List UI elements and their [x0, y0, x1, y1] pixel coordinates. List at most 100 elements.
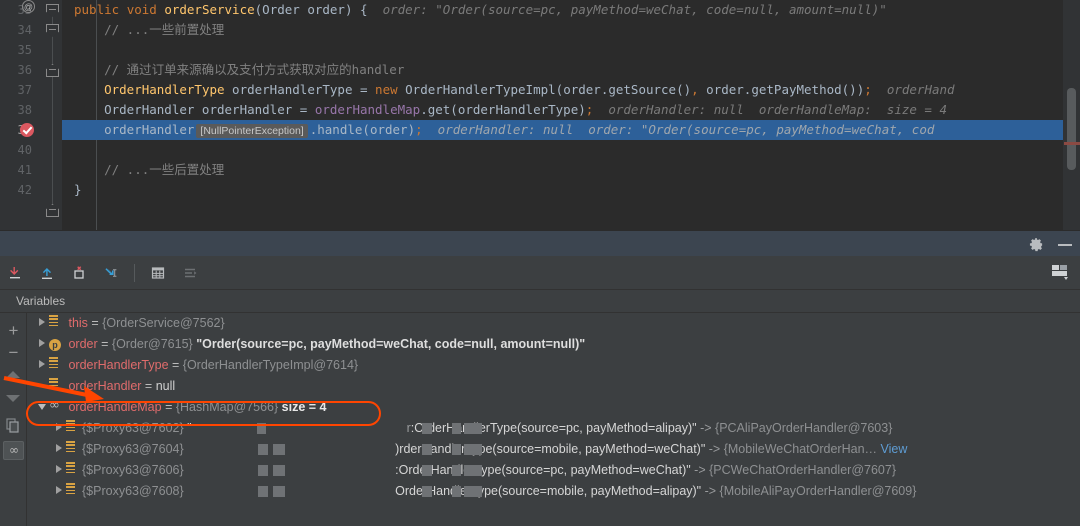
at-annotation-icon[interactable]: @ [22, 0, 35, 13]
remove-watch-button[interactable]: − [4, 343, 23, 362]
gear-icon[interactable] [1029, 237, 1044, 252]
code-folding-column[interactable] [44, 0, 62, 230]
fold-marker-collapse-33[interactable] [46, 4, 59, 17]
variable-reference: {Order@7615} [111, 337, 197, 351]
chevron-down-icon[interactable] [35, 396, 49, 417]
redaction-block [464, 423, 474, 434]
variables-panel[interactable]: + − ∞ this = {OrderService@7562} p order… [0, 312, 1080, 526]
code-token: orderHandler [74, 122, 195, 137]
view-link[interactable]: View [877, 442, 908, 456]
toolbar-separator [134, 264, 135, 282]
evaluate-expression-icon[interactable] [143, 258, 173, 288]
line-number-33[interactable]: 33 @ [0, 0, 38, 20]
chevron-right-icon[interactable] [52, 459, 66, 480]
copy-value-button[interactable] [5, 417, 21, 433]
variable-reference: {$Proxy63@7608} [82, 484, 188, 498]
line-number-36[interactable]: 36 [0, 60, 38, 80]
code-line-37[interactable]: OrderHandlerType orderHandlerType = new … [62, 80, 1080, 100]
move-up-button[interactable] [6, 369, 21, 379]
variable-row[interactable]: {$Proxy63@7604} )rderHandlerType(source=… [27, 439, 1080, 460]
line-number-35[interactable]: 35 [0, 40, 38, 60]
variable-row[interactable]: ∞ orderHandleMap = {HashMap@7566} size =… [27, 397, 1080, 418]
variable-equals: = [87, 316, 103, 330]
fold-marker-collapse-34[interactable] [46, 24, 59, 37]
variable-row[interactable]: orderHandlerType = {OrderHandlerTypeImpl… [27, 355, 1080, 376]
code-line-36[interactable]: // 通过订单来源确以及支付方式获取对应的handler [62, 60, 1080, 80]
chevron-right-icon[interactable] [52, 417, 66, 438]
step-out-icon[interactable] [96, 258, 126, 288]
breakpoint-icon[interactable] [20, 123, 34, 137]
redaction-block [273, 444, 285, 455]
debugger-toolbar[interactable] [0, 256, 1080, 290]
redaction-block [422, 423, 432, 434]
variable-row[interactable]: orderHandler = null [27, 376, 1080, 397]
code-content[interactable]: public void orderService(Order order) { … [62, 0, 1080, 230]
editor-error-marker[interactable] [1064, 142, 1080, 145]
chevron-right-icon[interactable] [35, 354, 49, 375]
show-execution-point-icon[interactable] [175, 258, 205, 288]
code-line-42[interactable]: } [62, 180, 1080, 200]
code-line-39[interactable]: orderHandler [NullPointerException] .handl… [62, 120, 1080, 140]
step-over-icon[interactable] [0, 258, 30, 288]
chevron-right-icon[interactable] [52, 438, 66, 459]
code-token: order.getPayMethod()) [698, 82, 865, 97]
line-number-39[interactable]: 39 [0, 120, 38, 140]
variable-row[interactable]: p order = {Order@7615} "Order(source=pc,… [27, 334, 1080, 355]
fold-marker-collapse-42[interactable] [46, 204, 59, 217]
code-line-38[interactable]: OrderHandler orderHandler = orderHandleM… [62, 100, 1080, 120]
chevron-right-icon[interactable] [52, 480, 66, 501]
force-step-into-icon[interactable] [64, 258, 94, 288]
line-number-40[interactable]: 40 [0, 140, 38, 160]
variable-row[interactable]: {$Proxy63@7608} OrderHandlerType(source=… [27, 481, 1080, 502]
variable-reference: {$Proxy63@7606} [82, 463, 188, 477]
parameter-icon: p [49, 333, 65, 354]
inspect-button[interactable]: ∞ [3, 441, 24, 460]
code-line-34[interactable]: // ...一些前置处理 [62, 20, 1080, 40]
code-editor[interactable]: 33@343536373839404142 public void orderS… [0, 0, 1080, 230]
line-number-42[interactable]: 42 [0, 180, 38, 200]
chevron-right-icon[interactable] [35, 313, 49, 333]
map-arrow: -> [705, 442, 724, 456]
move-down-button[interactable] [6, 393, 21, 403]
step-into-icon[interactable] [32, 258, 62, 288]
field-icon [66, 480, 82, 501]
code-token: ; [415, 122, 423, 137]
code-line-35[interactable] [62, 40, 1080, 60]
line-number-34[interactable]: 34 [0, 20, 38, 40]
debug-toolwindow-header [0, 230, 1080, 256]
add-watch-button[interactable]: + [4, 321, 23, 340]
map-arrow: -> [690, 463, 710, 477]
fold-marker-collapse-36[interactable] [46, 64, 59, 77]
variable-value: "Order(source=pc, payMethod=weChat, code… [196, 337, 586, 351]
map-key-text: OrderHandlerType(source=mobile, payMetho… [395, 484, 702, 498]
layout-settings-icon[interactable] [1050, 262, 1072, 282]
line-number-41[interactable]: 41 [0, 160, 38, 180]
map-arrow: -> [696, 421, 716, 435]
chevron-right-icon[interactable] [35, 333, 49, 354]
variables-side-toolbar[interactable]: + − ∞ [0, 313, 27, 526]
variable-row[interactable]: {$Proxy63@7602} " r:OrderHandlerType(sour… [27, 418, 1080, 439]
code-token: orderHandleMap [314, 102, 421, 117]
variables-tabbar[interactable]: Variables [0, 290, 1080, 312]
code-token: orderHand [871, 82, 955, 97]
npe-inline-badge[interactable]: [NullPointerException] [196, 124, 308, 138]
line-number-37[interactable]: 37 [0, 80, 38, 100]
line-number-38[interactable]: 38 [0, 100, 38, 120]
code-line-40[interactable] [62, 140, 1080, 160]
variable-row[interactable]: {$Proxy63@7606} :OrderHandlerType(source… [27, 460, 1080, 481]
redaction-block [258, 486, 268, 497]
variable-row[interactable]: this = {OrderService@7562} [27, 313, 1080, 334]
code-line-33[interactable]: public void orderService(Order order) { … [62, 0, 1080, 20]
code-token: orderHandlerType = [224, 82, 376, 97]
tab-variables[interactable]: Variables [16, 292, 65, 310]
map-key-text: )rderHandlerType(source=mobile, payMetho… [395, 442, 706, 456]
variables-tree[interactable]: this = {OrderService@7562} p order = {Or… [27, 313, 1080, 526]
field-icon [66, 438, 82, 459]
minimize-icon[interactable] [1058, 237, 1072, 251]
field-icon [49, 354, 65, 375]
map-value-ref: {PCAliPayOrderHandler@7603} [715, 421, 893, 435]
editor-scrollbar-thumb[interactable] [1067, 88, 1076, 170]
code-line-41[interactable]: // ...一些后置处理 [62, 160, 1080, 180]
code-token: .get(orderHandlerType) [420, 102, 586, 117]
